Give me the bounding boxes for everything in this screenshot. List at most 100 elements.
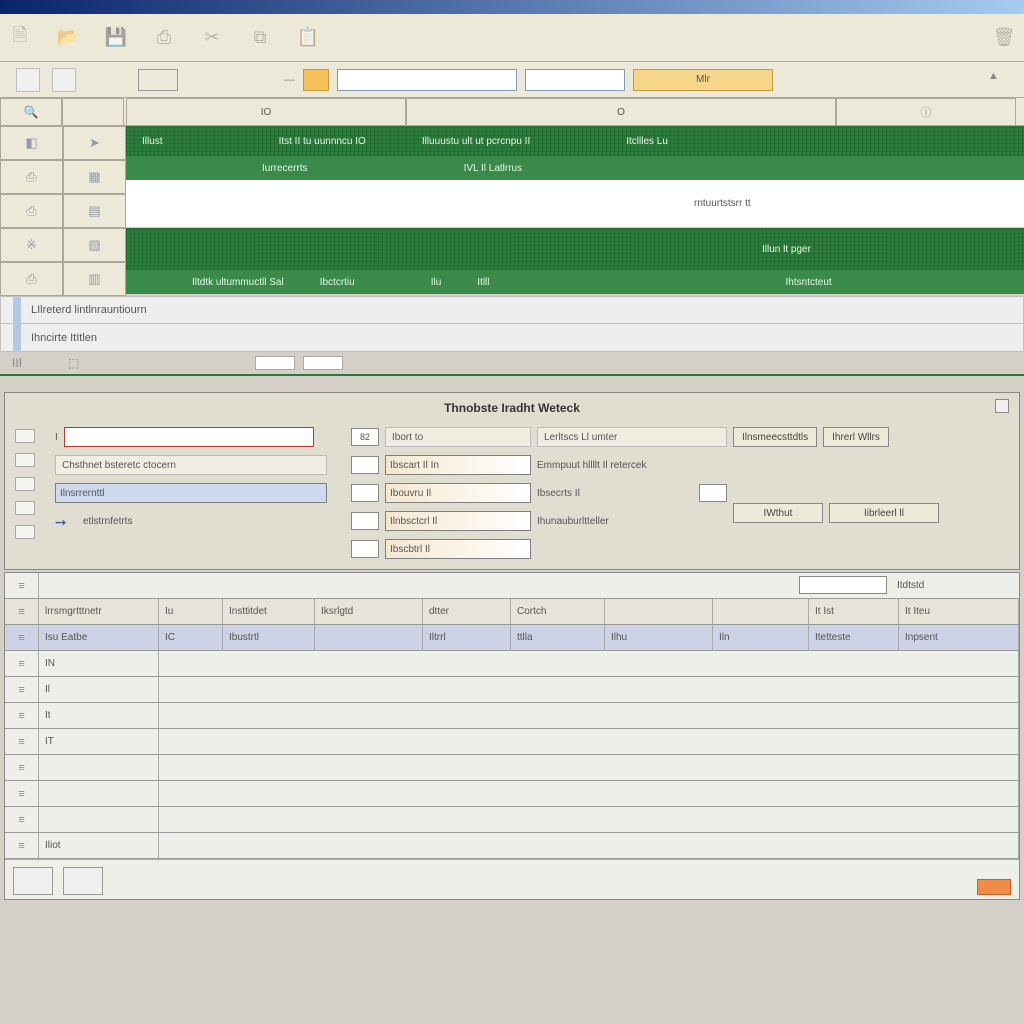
footer-btn-1[interactable] [13,867,53,895]
btn-b[interactable]: Ihrerl Wllrs [823,427,889,447]
header-row-4[interactable]: Iltdtk ultummuctll Sal Ibctcrtiu Ilu Itl… [126,270,1024,294]
th2-1[interactable]: IC [159,625,223,650]
tr5[interactable] [39,781,159,806]
th-5[interactable]: Cortch [511,599,605,624]
tr0[interactable]: IN [39,651,159,676]
c2r3-input[interactable] [385,483,531,503]
yellow-marker-1[interactable] [303,69,329,91]
tr6[interactable] [39,807,159,832]
th-7[interactable] [713,599,809,624]
th-0[interactable]: lrrsmgrtttnetr [39,599,159,624]
formula-input-1[interactable] [337,69,517,91]
table-row: ≡ [5,781,1019,807]
c3r3-box[interactable] [699,484,727,502]
div-box-2[interactable] [303,356,343,370]
th2-9[interactable]: Inpsent [899,625,1019,650]
div-box-1[interactable] [255,356,295,370]
save-icon[interactable]: 💾 [104,26,128,50]
rowhdr-2b[interactable]: ▦ [63,160,126,194]
rowhdr-5a[interactable]: ⎙ [0,262,63,296]
special-input[interactable] [799,576,887,594]
dlg-left-3[interactable] [15,477,35,491]
rowhdr-5b[interactable]: ▥ [63,262,126,296]
th-8[interactable]: It Ist [809,599,899,624]
rowhdr-2a[interactable]: ⎙ [0,160,63,194]
doc-icon[interactable]: 🗎 [8,26,32,50]
colhdr-a2[interactable] [62,98,124,126]
main-toolbar: 🗎 📂 💾 ⎙ ✂ ⧉ 📋 🗑 [0,14,1024,62]
c1r1-input[interactable] [64,427,314,447]
th2-7[interactable]: Iln [713,625,809,650]
dlg-left-5[interactable] [15,525,35,539]
lt-side-h1[interactable]: ≡ [5,599,39,624]
th-1[interactable]: Iu [159,599,223,624]
print-icon[interactable]: ⎙ [152,26,176,50]
table-row: ≡ [5,755,1019,781]
th-6[interactable] [605,599,713,624]
th-2[interactable]: Insttitdet [223,599,315,624]
dlg-left-1[interactable] [15,429,35,443]
c2r5-input[interactable] [385,539,531,559]
rowhdr-4b[interactable]: ▧ [63,228,126,262]
th-4[interactable]: dtter [423,599,511,624]
rowhdr-1b[interactable]: ➤ [63,126,126,160]
btn-c[interactable]: IWthut [733,503,823,523]
paste-icon[interactable]: 📋 [296,26,320,50]
colhdr-d[interactable]: ⓘ [836,98,1016,126]
table-header-1: ≡ lrrsmgrtttnetr Iu Insttitdet Iksrlgtd … [5,599,1019,625]
tb2-btn-b[interactable] [52,68,76,92]
rowhdr-1a[interactable]: ◧ [0,126,63,160]
header-row-2[interactable]: Iurrecerrts IVL Il Latlrrus [126,156,1024,180]
c1r2-label: Chsthnet bsteretc ctocern [55,455,327,475]
dlg-left-4[interactable] [15,501,35,515]
accent-2 [13,324,21,351]
tb2-btn-a[interactable] [16,68,40,92]
tr7[interactable]: Iliot [39,833,159,858]
colhdr-corner[interactable]: 🔍 [0,98,62,126]
header-row-1[interactable]: Illust Itst II tu uunnncu IO Illuuustu u… [126,126,1024,156]
yellow-label-box[interactable]: Mlr [633,69,773,91]
open-icon[interactable]: 📂 [56,26,80,50]
footer-btn-2[interactable] [63,867,103,895]
th2-5[interactable]: ttlla [511,625,605,650]
formula-edit-2[interactable]: Ihncirte ItItlen [0,324,1024,352]
th2-3[interactable] [315,625,423,650]
th2-8[interactable]: Itetteste [809,625,899,650]
gr4-s5: Ihtsntcteut [778,277,840,288]
lt-side-h2[interactable]: ≡ [5,625,39,650]
c2r4-input[interactable] [385,511,531,531]
data-row-1[interactable]: rntuurtstsrr tt [126,180,1024,228]
copy-icon[interactable]: ⧉ [248,26,272,50]
th2-0[interactable]: Isu Eatbe [39,625,159,650]
th-9[interactable]: It Iteu [899,599,1019,624]
data-table: ≡ Itdtstd ≡ lrrsmgrtttnetr Iu Insttitdet… [4,572,1020,900]
th2-6[interactable]: Ilhu [605,625,713,650]
cut-icon[interactable]: ✂ [200,26,224,50]
tr4[interactable] [39,755,159,780]
name-box[interactable] [138,69,178,91]
tr1[interactable]: Il [39,677,159,702]
formula-edit-1[interactable]: LIlreterd lintlnrauntiourn [0,296,1024,324]
tr3[interactable]: IT [39,729,159,754]
rowhdr-3b[interactable]: ▤ [63,194,126,228]
spreadsheet-grid: ◧➤ ⎙▦ ⎙▤ ※▧ ⎙▥ Illust Itst II tu uunnncu… [0,126,1024,296]
btn-a[interactable]: Ilnsmeecsttdtls [733,427,817,447]
th-3[interactable]: Iksrlgtd [315,599,423,624]
minimize-icon[interactable] [995,399,1009,413]
header-row-3[interactable]: Illun lt pger [126,228,1024,270]
btn-d[interactable]: Iibrleerl ll [829,503,939,523]
tr2[interactable]: It [39,703,159,728]
trash-icon[interactable]: 🗑 [992,26,1016,50]
dlg-left-2[interactable] [15,453,35,467]
colhdr-c[interactable]: O [406,98,836,126]
lt-side-sp[interactable]: ≡ [5,573,39,598]
c2r2-input[interactable] [385,455,531,475]
th2-4[interactable]: Iltrrl [423,625,511,650]
colhdr-b[interactable]: IO [126,98,406,126]
formula-input-2[interactable] [525,69,625,91]
c1r3-input[interactable] [55,483,327,503]
th2-2[interactable]: Ibustrtl [223,625,315,650]
rowhdr-4a[interactable]: ※ [0,228,63,262]
rowhdr-3a[interactable]: ⎙ [0,194,63,228]
export-icon[interactable]: ▲ [988,70,1008,90]
